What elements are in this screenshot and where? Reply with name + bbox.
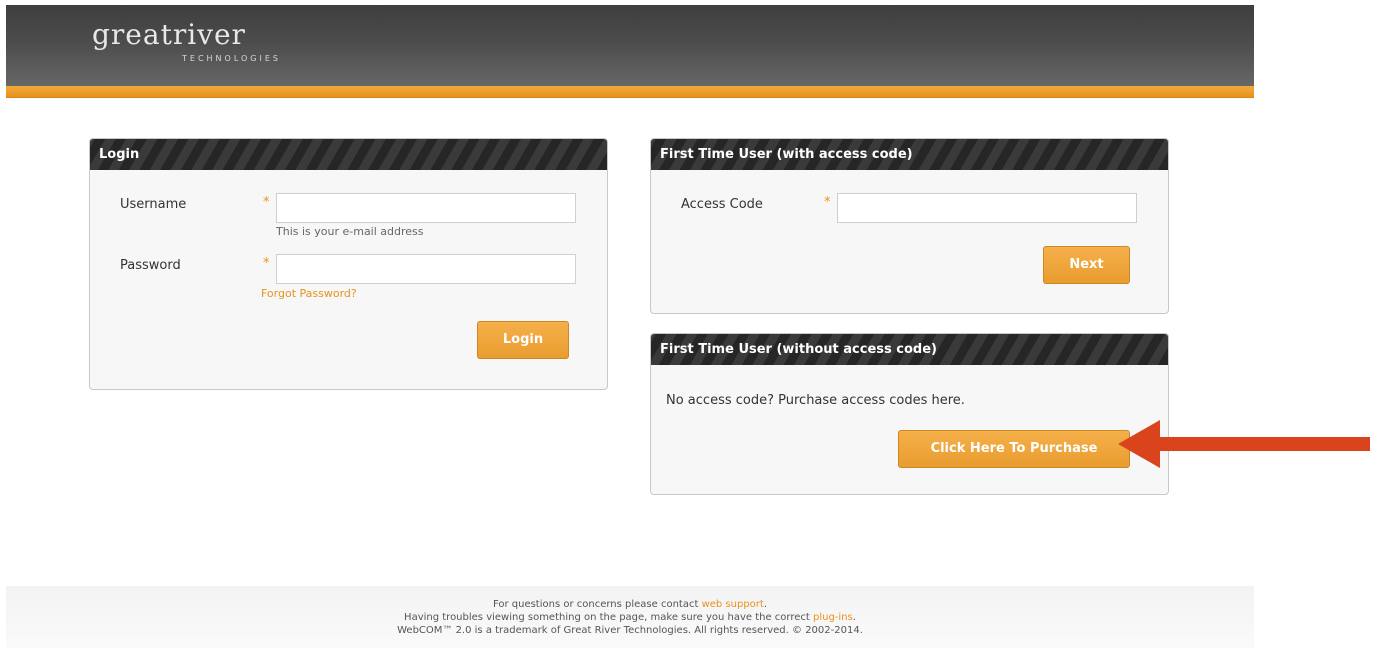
purchase-message: No access code? Purchase access codes he… bbox=[666, 393, 965, 408]
footer-plugins-period: . bbox=[852, 612, 856, 623]
site-header: greatriver TECHNOLOGIES bbox=[6, 5, 1254, 91]
login-button[interactable]: Login bbox=[477, 321, 569, 359]
username-label: Username bbox=[120, 197, 187, 212]
footer-contact-period: . bbox=[763, 599, 768, 610]
access-code-label: Access Code bbox=[681, 197, 763, 212]
footer-plugins-line: Having troubles viewing something on the… bbox=[6, 611, 1254, 624]
logo-wordmark: greatriver bbox=[92, 18, 246, 51]
site-footer: For questions or concerns please contact… bbox=[6, 586, 1254, 648]
web-support-link[interactable]: web support bbox=[702, 599, 764, 610]
login-panel: Login Username * This is your e-mail add… bbox=[89, 138, 608, 390]
access-code-required-marker: * bbox=[824, 195, 831, 210]
password-required-marker: * bbox=[263, 256, 270, 271]
access-code-panel: First Time User (with access code) Acces… bbox=[650, 138, 1169, 314]
greatriver-logo[interactable]: greatriver TECHNOLOGIES bbox=[92, 18, 278, 63]
header-accent-stripe bbox=[6, 86, 1254, 98]
purchase-panel: First Time User (without access code) No… bbox=[650, 333, 1169, 495]
username-hint: This is your e-mail address bbox=[276, 225, 424, 238]
username-input[interactable] bbox=[276, 193, 576, 223]
password-label: Password bbox=[120, 258, 181, 273]
next-button[interactable]: Next bbox=[1043, 246, 1130, 284]
purchase-panel-title: First Time User (without access code) bbox=[651, 334, 1168, 365]
access-code-input[interactable] bbox=[837, 193, 1137, 223]
plugins-link[interactable]: plug-ins bbox=[813, 612, 853, 623]
footer-plugins-text: Having troubles viewing something on the… bbox=[404, 612, 813, 623]
login-panel-title: Login bbox=[90, 139, 607, 170]
access-code-panel-title: First Time User (with access code) bbox=[651, 139, 1168, 170]
password-input[interactable] bbox=[276, 254, 576, 284]
footer-copyright: WebCOM™ 2.0 is a trademark of Great Rive… bbox=[397, 625, 863, 636]
logo-subtitle: TECHNOLOGIES bbox=[182, 54, 281, 63]
purchase-button[interactable]: Click Here To Purchase bbox=[898, 430, 1130, 468]
username-required-marker: * bbox=[263, 195, 270, 210]
footer-contact-text: For questions or concerns please contact bbox=[492, 599, 702, 610]
footer-contact-line: For questions or concerns please contact… bbox=[6, 598, 1254, 611]
forgot-password-link[interactable]: Forgot Password? bbox=[261, 287, 357, 300]
pointer-arrow-icon bbox=[1118, 420, 1370, 468]
